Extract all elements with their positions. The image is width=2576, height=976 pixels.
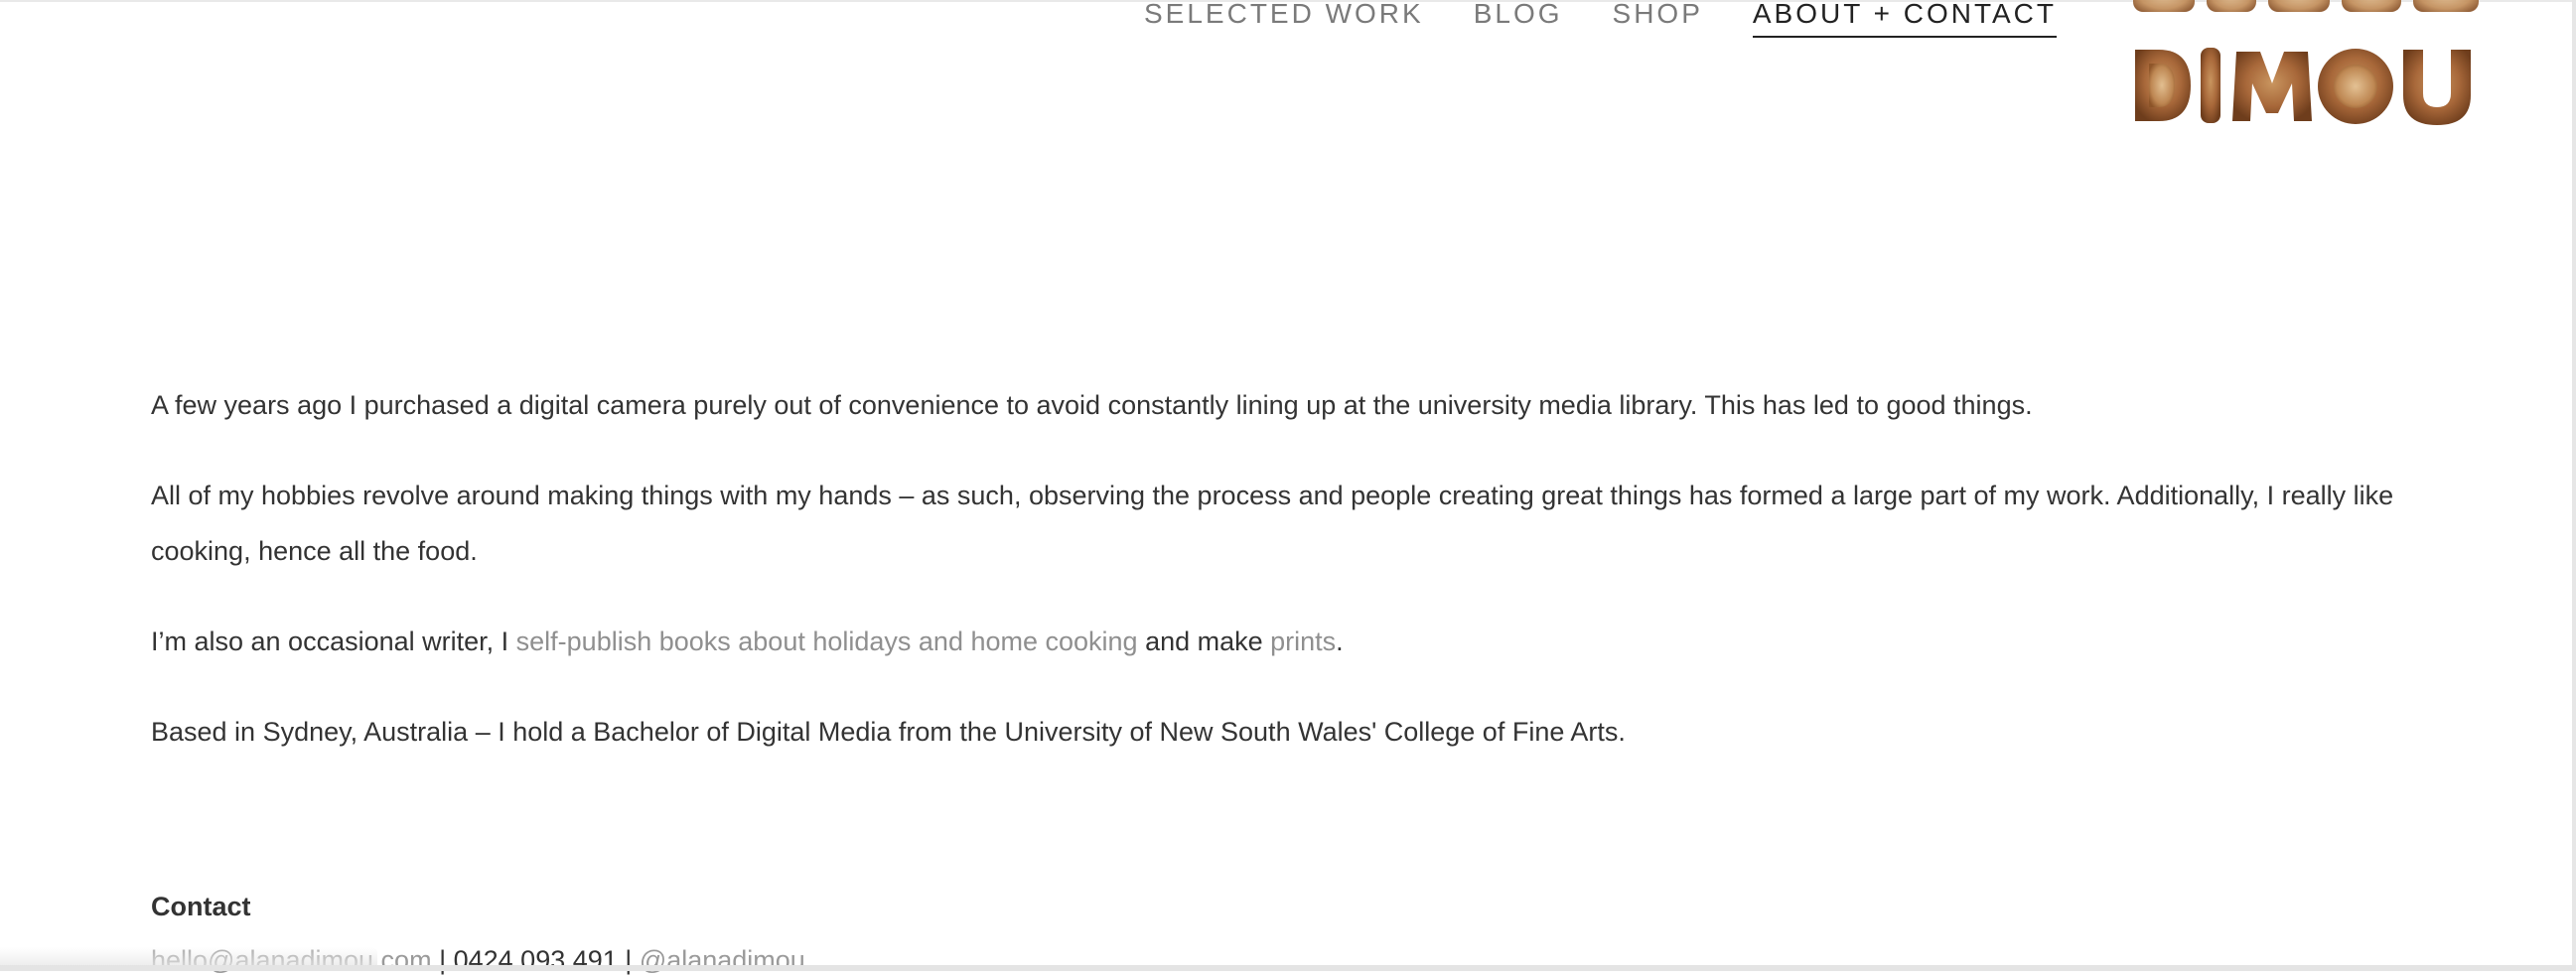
books-link[interactable]: self-publish books about holidays and ho… <box>516 627 1138 656</box>
scrollbar-track[interactable] <box>2572 0 2576 971</box>
paragraph-3-middle: and make <box>1137 627 1271 656</box>
nav-about-contact[interactable]: ABOUT + CONTACT <box>1752 0 2057 38</box>
about-paragraph-4: Based in Sydney, Australia – I hold a Ba… <box>151 717 1626 747</box>
main-nav: SELECTED WORK BLOG SHOP ABOUT + CONTACT <box>1144 0 2057 40</box>
prints-link[interactable]: prints <box>1270 627 1336 656</box>
about-paragraph-1: A few years ago I purchased a digital ca… <box>151 390 2033 420</box>
bottom-border <box>0 965 2576 971</box>
paragraph-3-prefix: I’m also an occasional writer, I <box>151 627 516 656</box>
nav-shop[interactable]: SHOP <box>1613 0 1703 36</box>
about-paragraph-3: I’m also an occasional writer, I self-pu… <box>151 614 2425 669</box>
contact-heading: Contact <box>151 892 251 921</box>
site-logo[interactable] <box>2129 0 2506 141</box>
nav-selected-work[interactable]: SELECTED WORK <box>1144 0 1424 36</box>
about-paragraph-2: All of my hobbies revolve around making … <box>151 481 2394 566</box>
nav-blog[interactable]: BLOG <box>1474 0 1563 36</box>
paragraph-3-suffix: . <box>1336 627 1344 656</box>
bread-lettering-logo-icon <box>2133 0 2479 125</box>
about-content: A few years ago I purchased a digital ca… <box>151 377 2435 794</box>
